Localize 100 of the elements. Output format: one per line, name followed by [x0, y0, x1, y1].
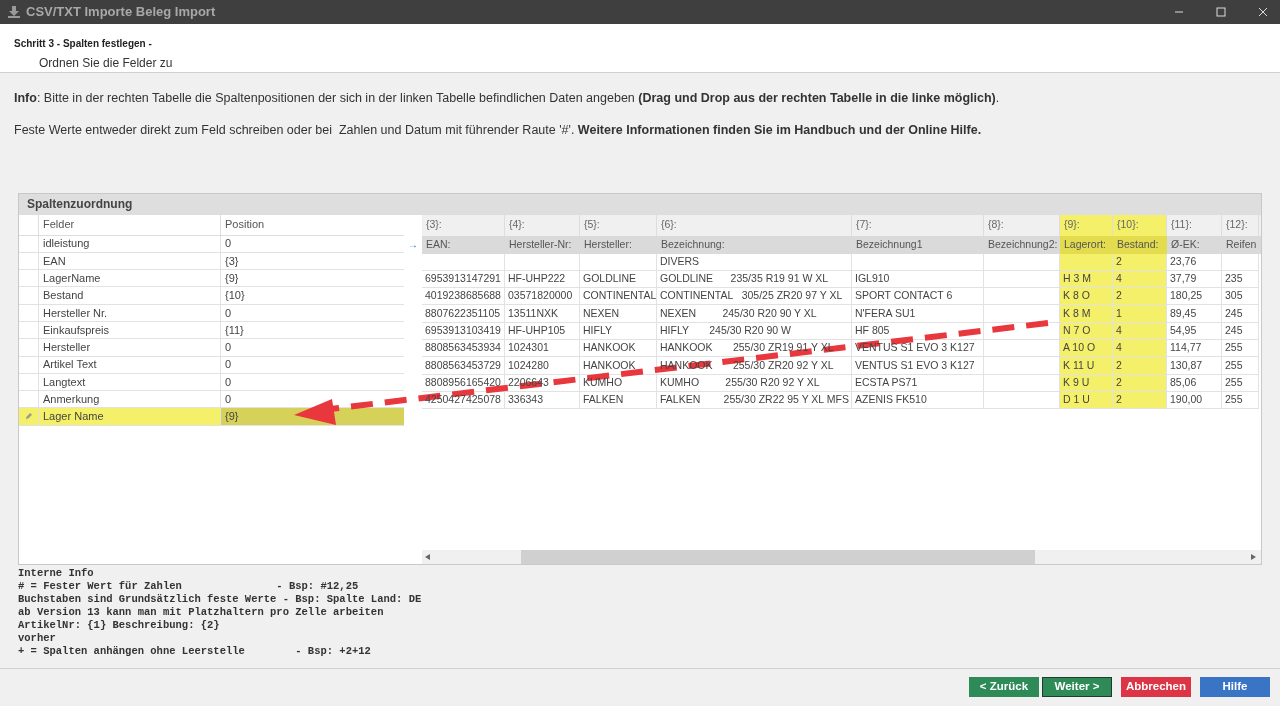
horizontal-scrollbar[interactable] — [422, 549, 1261, 564]
info-text: Feste Werte entweder direkt zum Feld schreiben oder bei Zahlen und Datum mit führender Raute '#'. Weitere Informationen finden Sie im Handbuch und der Online Hilfe. — [14, 121, 982, 139]
table-cell-text: 0 — [224, 357, 233, 373]
column-header[interactable]: Position — [221, 214, 404, 235]
table-cell: 255 — [1222, 391, 1259, 410]
table-cell: HF-UHP105 — [505, 322, 580, 340]
table-cell: 190,00 — [1167, 391, 1222, 410]
table-cell: 255 — [1222, 357, 1259, 375]
scroll-left-icon[interactable] — [425, 553, 430, 560]
column-header[interactable]: Bezeichnung1 — [852, 235, 984, 254]
table-cell-text: 0 — [224, 340, 233, 356]
table-cell: 1024280 — [505, 357, 580, 375]
table-cell: K 11 U — [1060, 357, 1113, 375]
table-cell: 255 — [1222, 340, 1259, 358]
table-cell: KUMHO — [580, 374, 657, 392]
column-header[interactable]: Bezeichnung: — [657, 235, 852, 254]
column-index: {11}: — [1167, 214, 1222, 236]
table-cell: Langtext — [39, 373, 221, 391]
dialog-button[interactable]: Hilfe — [1200, 676, 1270, 697]
column-index: {12}: — [1222, 214, 1259, 236]
table-cell: idleistung — [39, 235, 221, 252]
table-cell: Hersteller Nr. — [39, 304, 221, 321]
table-cell: FALKEN — [580, 391, 657, 410]
table-cell: GOLDLINE 235/35 R19 91 W XL — [657, 270, 852, 289]
table-cell: NEXEN — [580, 305, 657, 323]
dialog-button[interactable]: Weiter > — [1042, 676, 1112, 697]
table-cell: Artikel Text — [39, 356, 221, 373]
table-cell: SPORT CONTACT 6 — [852, 288, 984, 306]
table-cell: 03571820000 — [505, 288, 580, 306]
table-cell: 2206643 — [505, 374, 580, 392]
table-cell: 2 — [1113, 288, 1167, 306]
table-cell: 235 — [1222, 270, 1259, 289]
table-cell: 8808956165420 — [422, 374, 505, 392]
dialog-button[interactable]: < Zurück — [969, 676, 1039, 697]
table-cell: 180,25 — [1167, 288, 1222, 306]
table-cell: 8807622351105 — [422, 305, 505, 323]
panel-title: Spaltenzuordnung — [27, 196, 133, 213]
table-cell: 255 — [1222, 374, 1259, 392]
scroll-right-icon[interactable] — [1251, 553, 1256, 560]
column-index: {4}: — [505, 214, 580, 236]
table-cell: 85,06 — [1167, 374, 1222, 392]
dialog-button[interactable]: Abbrechen — [1121, 676, 1191, 697]
column-header[interactable]: Felder — [39, 214, 221, 235]
table-cell: 23,76 — [1167, 253, 1222, 271]
table-cell-text: {11} — [224, 322, 245, 338]
table-cell: KUMHO 255/30 R20 92 Y XL — [657, 374, 852, 392]
column-header[interactable]: Hersteller-Nr: — [505, 235, 580, 254]
table-cell: HANKOOK — [580, 340, 657, 358]
table-cell: 89,45 — [1167, 305, 1222, 323]
table-cell-text: 0 — [224, 236, 233, 252]
info-line: # = Fester Wert für Zahlen - Bsp: #12,25 — [18, 579, 359, 593]
scrollbar-thumb[interactable] — [521, 549, 1035, 564]
table-cell: 114,77 — [1167, 340, 1222, 358]
table-cell: 245 — [1222, 305, 1259, 323]
pencil-icon — [25, 413, 32, 421]
column-header[interactable]: EAN: — [422, 235, 505, 254]
column-index: {6}: — [657, 214, 852, 236]
table-cell: K 8 O — [1060, 288, 1113, 306]
table-cell: HF 805 — [852, 322, 984, 340]
table-cell: 8808563453934 — [422, 340, 505, 358]
column-header[interactable]: Ø-EK: — [1167, 235, 1222, 254]
table-cell: 6953913147291 — [422, 270, 505, 289]
maximize-icon[interactable] — [1216, 7, 1226, 17]
table-cell: 1024301 — [505, 340, 580, 358]
table-cell-text: {9} — [224, 271, 240, 286]
table-cell: Einkaufspreis — [39, 322, 221, 339]
table-cell: CONTINENTAL — [580, 288, 657, 306]
table-cell: 245 — [1222, 322, 1259, 340]
info-text: Info: Bitte in der rechten Tabelle die Spaltenpositionen der sich in der linken Tabelle befindlichen Daten angeben (Drag und Drop aus der rechten Tabelle in die linke möglich). — [14, 90, 1000, 107]
column-index: {10}: — [1113, 214, 1167, 236]
table-cell: Hersteller — [39, 339, 221, 356]
table-cell: ECSTA PS71 — [852, 374, 984, 392]
table-cell: K 8 M — [1060, 305, 1113, 323]
column-header[interactable]: Bezeichnung2: — [984, 235, 1060, 254]
table-cell: HIFLY 245/30 R20 90 W — [657, 322, 852, 340]
table-cell-text: 0 — [224, 392, 233, 408]
column-index: {7}: — [852, 214, 984, 236]
close-icon[interactable] — [1258, 7, 1268, 17]
column-index: {9}: — [1060, 214, 1113, 236]
table-cell: 305 — [1222, 288, 1259, 306]
table-cell: HF-UHP222 — [505, 270, 580, 289]
info-line: ArtikelNr: {1} Beschreibung: {2} — [18, 618, 220, 632]
table-cell: EAN — [39, 252, 221, 270]
table-cell-text: 0 — [224, 374, 233, 390]
table-cell: Anmerkung — [39, 391, 221, 408]
table-cell-text: 0 — [224, 305, 233, 321]
table-cell: 4019238685688 — [422, 288, 505, 306]
step-subtitle: Ordnen Sie die Felder zu — [38, 55, 173, 72]
column-header[interactable]: Reifen — [1222, 235, 1259, 254]
table-cell: AZENIS FK510 — [852, 391, 984, 410]
step-title: Schritt 3 - Spalten festlegen - — [14, 37, 152, 51]
info-line: Interne Info — [18, 566, 94, 580]
table-cell: NEXEN 245/30 R20 90 Y XL — [657, 305, 852, 323]
table-cell: 2 — [1113, 357, 1167, 375]
table-cell: IGL910 — [852, 270, 984, 289]
download-icon — [8, 6, 20, 18]
column-index: {3}: — [422, 214, 505, 236]
column-index: {5}: — [580, 214, 657, 236]
info-line: vorher — [18, 631, 56, 645]
column-header[interactable]: Hersteller: — [580, 235, 657, 254]
